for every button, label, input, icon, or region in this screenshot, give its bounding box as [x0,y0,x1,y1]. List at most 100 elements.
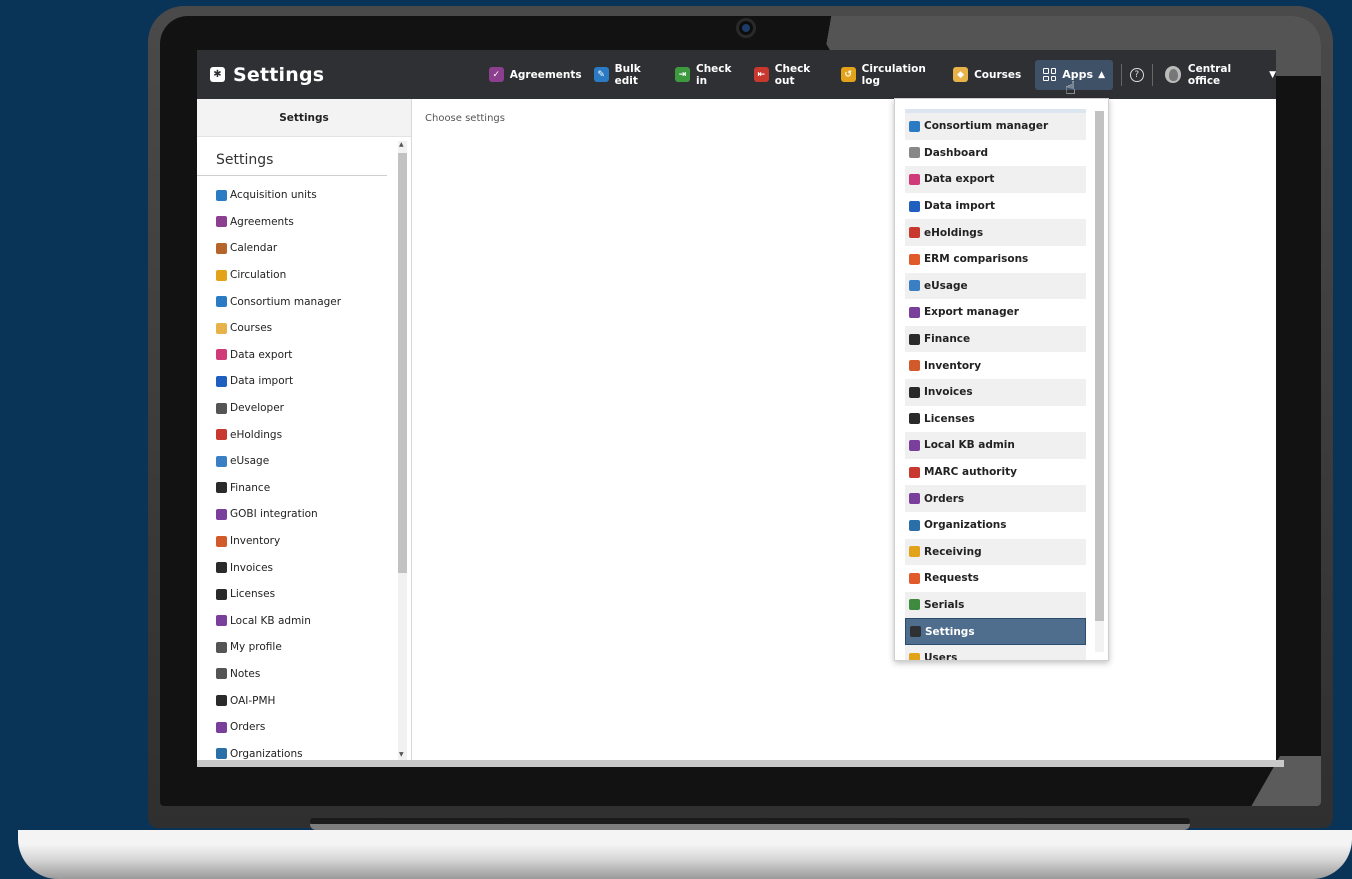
apps-menu-item-data-export[interactable]: Data export [905,166,1086,193]
brand[interactable]: ✱ Settings [197,64,477,86]
scroll-down-icon[interactable]: ▼ [399,751,404,758]
apps-menu-item-finance[interactable]: Finance [905,325,1086,353]
settings-item-orders[interactable]: Orders [197,714,412,741]
orders-icon [909,493,920,505]
apps-menu-item-users[interactable]: Users [905,644,1086,660]
settings-item-my-profile[interactable]: My profile [197,634,412,661]
pointer-hand-icon: ☝ [1065,78,1076,99]
nav-app-courses[interactable]: ◆ Courses [947,50,1027,99]
apps-menu-item-invoices[interactable]: Invoices [905,378,1086,406]
settings-item-consortium-manager[interactable]: Consortium manager [197,288,412,315]
scroll-up-icon[interactable]: ▲ [399,141,404,148]
check-out-icon: ⇤ [753,67,769,82]
pane-body: Settings Acquisition units Agreements Cale… [197,137,412,760]
developer-icon [216,402,227,414]
apps-menu-item-label: Inventory [924,359,982,372]
settings-item-acquisition-units[interactable]: Acquisition units [197,182,412,209]
settings-item-label: Inventory [230,535,281,548]
apps-menu-item-label: Export manager [924,306,1019,319]
settings-nav-pane: Settings Settings Acquisition units Agree… [197,99,412,760]
apps-menu-item-local-kb-admin[interactable]: Local KB admin [905,432,1086,459]
apps-menu-item-eholdings[interactable]: eHoldings [905,219,1086,246]
top-navigation: ✱ Settings ✓ Agreements ✎ Bulk edit ⇥ Check i… [197,50,1276,99]
apps-menu-item-inventory[interactable]: Inventory [905,352,1086,379]
settings-item-data-import[interactable]: Data import [197,368,412,395]
nav-app-circulation-log[interactable]: ↺ Circulation log [835,50,947,99]
nav-app-bulk-edit[interactable]: ✎ Bulk edit [588,50,669,99]
users-icon [909,652,920,660]
apps-menu-item-marc-authority[interactable]: MARC authority [905,459,1086,486]
settings-item-finance[interactable]: Finance [197,475,412,502]
settings-item-label: Organizations [230,747,303,760]
inventory-icon [216,535,227,547]
nav-app-check-in[interactable]: ⇥ Check in [669,50,748,99]
data-import-icon [216,375,227,387]
settings-item-label: eHoldings [230,428,283,441]
apps-menu-item-requests[interactable]: Requests [905,565,1086,592]
settings-item-inventory[interactable]: Inventory [197,528,412,555]
settings-item-label: eUsage [230,455,270,468]
apps-menu-item-eusage[interactable]: eUsage [905,272,1086,300]
settings-item-oai-pmh[interactable]: OAI-PMH [197,687,412,714]
settings-item-label: Finance [230,481,271,494]
dropdown-scrollbar[interactable] [1095,111,1104,652]
user-menu-label[interactable]: Central office [1188,63,1264,87]
apps-menu-item-data-import[interactable]: Data import [905,193,1086,220]
settings-item-local-kb-admin[interactable]: Local KB admin [197,608,412,635]
settings-item-label: Local KB admin [230,614,311,627]
my-profile-icon [216,641,227,653]
nav-app-label: Check out [774,62,811,87]
apps-menu-item-label: ERM comparisons [924,253,1029,266]
settings-item-label: Data import [230,375,294,388]
help-icon[interactable]: ? [1130,67,1144,82]
apps-menu-item-erm-comparisons[interactable]: ERM comparisons [905,246,1086,273]
apps-menu-item-consortium-manager[interactable]: Consortium manager [905,113,1086,140]
nav-app-check-out[interactable]: ⇤ Check out [748,50,835,99]
settings-item-organizations[interactable]: Organizations [197,740,412,760]
nav-app-agreements[interactable]: ✓ Agreements [483,50,588,99]
settings-item-courses[interactable]: Courses [197,315,412,342]
apps-menu-item-export-manager[interactable]: Export manager [905,299,1086,326]
apps-menu-item-settings[interactable]: Settings [905,618,1086,645]
settings-item-developer[interactable]: Developer [197,395,412,422]
settings-item-eholdings[interactable]: eHoldings [197,421,412,448]
apps-menu-item-orders[interactable]: Orders [905,485,1086,512]
apps-menu-item-label: Dashboard [924,146,989,159]
settings-item-calendar[interactable]: Calendar [197,235,412,262]
apps-menu-item-serials[interactable]: Serials [905,591,1086,619]
settings-item-circulation[interactable]: Circulation [197,262,412,289]
apps-menu-item-receiving[interactable]: Receiving [905,538,1086,566]
courses-icon: ◆ [953,67,969,82]
settings-item-notes[interactable]: Notes [197,661,412,688]
avatar[interactable] [1164,66,1181,83]
settings-item-invoices[interactable]: Invoices [197,554,412,581]
scrollbar[interactable]: ▲ ▼ [398,141,407,760]
settings-item-licenses[interactable]: Licenses [197,581,412,608]
serials-icon [909,599,920,611]
main-pane: Choose settings [413,99,1276,760]
data-export-icon [216,349,227,361]
nav-app-label: Check in [696,62,732,87]
local-kb-admin-icon [909,439,920,451]
apps-menu-item-label: Requests [924,572,979,585]
settings-item-eusage[interactable]: eUsage [197,448,412,475]
apps-menu-item-dashboard[interactable]: Dashboard [905,140,1086,167]
eholdings-icon [216,429,227,441]
nav-app-label: Courses [974,68,1022,81]
apps-menu-item-label: Consortium manager [924,120,1049,133]
chevron-down-icon[interactable]: ▼ [1269,70,1276,80]
settings-item-label: My profile [230,641,282,654]
dropdown-scrollbar-thumb[interactable] [1095,111,1104,621]
invoices-icon [216,562,227,574]
settings-item-agreements[interactable]: Agreements [197,209,412,236]
bulk-edit-icon: ✎ [593,67,609,82]
nav-app-label: Agreements [509,68,582,81]
settings-list: Acquisition units Agreements Calendar Circu… [197,176,412,760]
apps-menu-item-organizations[interactable]: Organizations [905,512,1086,539]
apps-menu-item-licenses[interactable]: Licenses [905,406,1086,433]
scrollbar-thumb[interactable] [398,153,407,573]
apps-dropdown-menu: Consortium manager Dashboard Data export Da… [894,98,1109,661]
settings-item-data-export[interactable]: Data export [197,342,412,369]
settings-item-gobi-integration[interactable]: GOBI integration [197,501,412,528]
apps-menu-item-label: Finance [924,333,971,346]
